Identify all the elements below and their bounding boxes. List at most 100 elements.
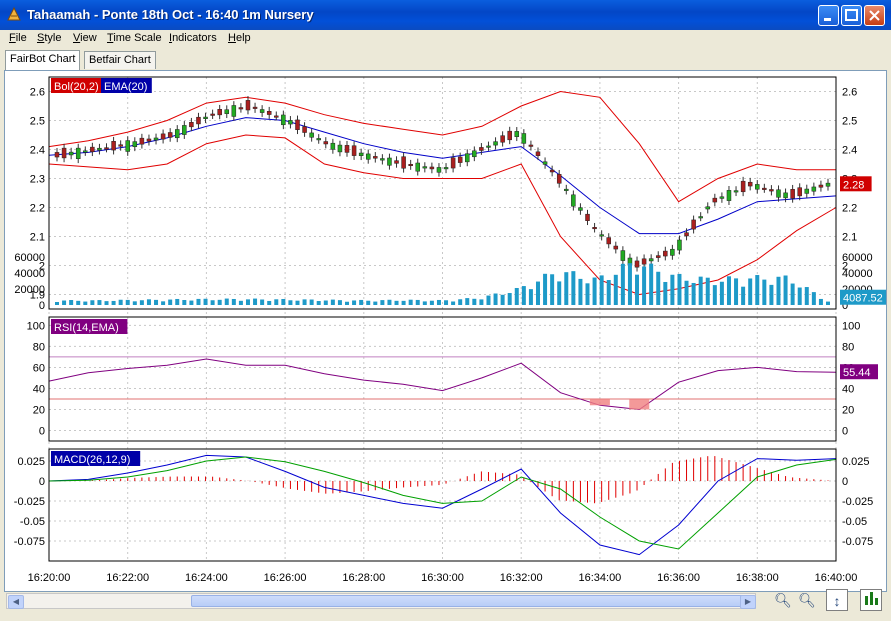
volume-bar: [620, 263, 625, 305]
volume-bar: [804, 287, 809, 305]
candle-body: [811, 186, 817, 192]
candle-body: [606, 237, 611, 245]
volume-bar: [578, 278, 583, 305]
candle-body: [705, 206, 711, 210]
candle-body: [818, 184, 824, 188]
candle-body: [747, 181, 753, 187]
menu-view[interactable]: View: [73, 32, 97, 44]
candle-body: [556, 174, 562, 184]
volume-bar: [139, 300, 144, 305]
macd-tick-label-left: -0.025: [14, 496, 45, 508]
volume-bar: [281, 298, 286, 305]
candle-body: [740, 180, 746, 193]
candle-body: [217, 109, 222, 116]
candle-body: [514, 131, 520, 137]
candle-body: [719, 196, 725, 199]
volume-bar: [712, 285, 717, 305]
volume-bar: [783, 275, 788, 305]
price-tick-label-right: 2.5: [842, 116, 857, 128]
macd-tick-label-right: -0.05: [842, 516, 867, 528]
candle-body: [196, 116, 201, 125]
tab-betfair-chart[interactable]: Betfair Chart: [84, 51, 156, 69]
rsi-tick-label-left: 20: [33, 404, 45, 416]
volume-bar: [472, 298, 477, 305]
candle-body: [698, 216, 703, 219]
bar-chart-tool-icon[interactable]: [860, 589, 882, 611]
volume-bar: [571, 271, 576, 305]
candle-body: [542, 161, 548, 165]
cursor-tool-icon[interactable]: ↕: [826, 589, 848, 611]
horizontal-scrollbar[interactable]: ◀ ▶: [6, 593, 756, 609]
candle-body: [351, 145, 357, 156]
price-chart[interactable]: 16:20:00 16:22:00 16:24:00 16:26:00 16:28:00…: [5, 71, 891, 591]
menu-time-scale[interactable]: Time Scale: [107, 32, 162, 44]
volume-bar: [649, 263, 654, 305]
candle-body: [118, 144, 123, 147]
scroll-thumb[interactable]: [191, 595, 751, 607]
rsi-line: [48, 358, 837, 411]
volume-bar: [755, 275, 760, 305]
volume-bar: [111, 300, 116, 305]
candle-body: [585, 213, 590, 221]
candle-body: [641, 258, 647, 265]
menu-file[interactable]: File: [9, 32, 27, 44]
x-axis-label: 16:36:00: [657, 572, 700, 584]
candle-body: [68, 151, 74, 156]
price-tick-label-left: 2.4: [30, 145, 45, 157]
volume-bar: [627, 263, 632, 305]
candle-body: [620, 250, 626, 261]
candle-body: [571, 194, 576, 207]
volume-bar: [125, 299, 130, 305]
candle-body: [259, 109, 265, 113]
volume-bar: [302, 299, 307, 305]
candle-body: [358, 152, 364, 156]
window-title: Tahaamah - Ponte 18th Oct - 16:40 1m Nur…: [27, 7, 314, 22]
volume-bar: [309, 299, 314, 305]
close-button[interactable]: [864, 5, 885, 26]
minimize-button[interactable]: [818, 5, 839, 26]
volume-bar: [387, 299, 392, 305]
candle-body: [769, 189, 774, 192]
volume-bar: [818, 298, 823, 305]
volume-bar: [217, 299, 222, 305]
maximize-button[interactable]: [841, 5, 862, 26]
volume-bar: [535, 281, 540, 305]
volume-bar: [557, 281, 562, 305]
candle-body: [401, 156, 406, 169]
candle-body: [521, 133, 527, 144]
candle-body: [167, 132, 173, 138]
zoom-out-icon[interactable]: 🔍︎: [796, 589, 818, 611]
menu-style[interactable]: Style: [37, 32, 61, 44]
volume-bar: [734, 278, 739, 305]
chart-area[interactable]: 16:20:00 16:22:00 16:24:00 16:26:00 16:28:00…: [4, 70, 891, 592]
candle-body: [422, 166, 428, 169]
price-tick-label-left: 2.6: [30, 87, 45, 99]
price-tick-label-left: 2.5: [30, 116, 45, 128]
scroll-right-button[interactable]: ▶: [740, 595, 756, 609]
candle-body: [684, 232, 689, 237]
candle-body: [380, 158, 385, 161]
candle-body: [295, 119, 300, 130]
candle-body: [825, 182, 831, 187]
title-bar: Tahaamah - Ponte 18th Oct - 16:40 1m Nur…: [0, 0, 891, 30]
candle-body: [203, 116, 208, 119]
menu-help[interactable]: Help: [228, 32, 251, 44]
candle-body: [450, 157, 456, 169]
volume-bar: [698, 276, 703, 305]
zoom-in-icon[interactable]: 🔍︎: [772, 589, 794, 611]
menu-indicators[interactable]: Indicators: [169, 32, 217, 44]
volume-bar: [719, 281, 724, 305]
macd-tick-label-right: -0.025: [842, 496, 873, 508]
candle-body: [365, 153, 371, 160]
tab-fairbot-chart[interactable]: FairBot Chart: [5, 50, 81, 70]
rsi-oversold-fill: [629, 398, 650, 410]
volume-bar: [238, 300, 243, 305]
volume-bar: [741, 286, 746, 305]
volume-bar: [613, 274, 618, 305]
bar-chart-icon: [865, 592, 878, 605]
scroll-left-button[interactable]: ◀: [8, 595, 24, 609]
volume-tick-label-left: 60000: [14, 252, 45, 264]
x-axis-label: 16:24:00: [185, 572, 228, 584]
volume-bar: [359, 299, 364, 305]
volume-bar: [330, 299, 335, 305]
